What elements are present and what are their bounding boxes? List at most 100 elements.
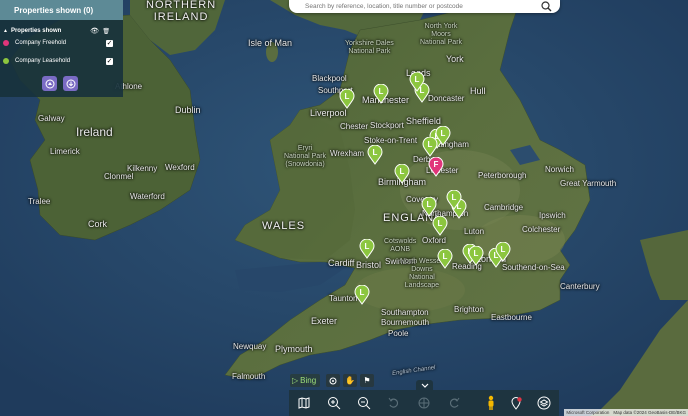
map-label-eastbourne: Eastbourne bbox=[491, 313, 532, 322]
map-label-wales: WALES bbox=[262, 220, 306, 232]
leasehold-pin[interactable]: L bbox=[409, 71, 425, 92]
map-label-chester: Chester bbox=[340, 122, 369, 131]
map-label-blackpool: Blackpool bbox=[312, 74, 347, 83]
leasehold-pin[interactable]: L bbox=[354, 284, 370, 305]
undo-icon bbox=[388, 397, 399, 408]
locate-button[interactable] bbox=[326, 374, 340, 387]
flag-icon: ⚑ bbox=[363, 376, 371, 385]
map-label-cork: Cork bbox=[88, 219, 108, 229]
street-view-button[interactable] bbox=[483, 395, 499, 411]
map-label-bournemouth: Bournemouth bbox=[381, 318, 430, 327]
location-pin-button[interactable] bbox=[508, 395, 524, 411]
buildings-layer-button[interactable] bbox=[42, 76, 57, 91]
download-button[interactable] bbox=[63, 76, 78, 91]
svg-text:L: L bbox=[360, 288, 365, 297]
flag-tool-button[interactable]: ⚑ bbox=[360, 374, 374, 387]
search-input[interactable] bbox=[305, 1, 535, 12]
map-label-luton: Luton bbox=[464, 227, 485, 236]
freehold-pin[interactable]: F bbox=[428, 156, 444, 177]
zoom-out-icon bbox=[358, 397, 371, 410]
svg-text:L: L bbox=[427, 200, 432, 209]
map-label-exeter: Exeter bbox=[311, 316, 338, 326]
map-attribution: Microsoft Corporation Map data ©2024 Geo… bbox=[564, 409, 688, 416]
pan-button[interactable] bbox=[416, 395, 432, 411]
map-label-norwich: Norwich bbox=[545, 165, 574, 174]
panel-title[interactable]: Properties shown (0) bbox=[0, 0, 123, 20]
attribution-text-1[interactable]: Microsoft Corporation bbox=[566, 410, 609, 415]
bing-label: Bing bbox=[300, 376, 317, 385]
eye-icon[interactable]: 👁 bbox=[90, 27, 99, 35]
svg-text:L: L bbox=[452, 193, 457, 202]
hand-icon: ✋ bbox=[345, 376, 355, 385]
bing-button[interactable]: ▷ Bing bbox=[290, 374, 320, 387]
redo-button[interactable] bbox=[446, 395, 462, 411]
svg-text:L: L bbox=[443, 252, 448, 261]
undo-button[interactable] bbox=[386, 395, 402, 411]
map-label-north-york-moors: North York Moors National Park bbox=[420, 23, 463, 47]
search-icon[interactable] bbox=[540, 0, 553, 13]
map-label-limerick: Limerick bbox=[50, 147, 80, 156]
leasehold-pin[interactable]: L bbox=[359, 238, 375, 259]
collapse-caret-icon[interactable]: ▲ bbox=[3, 28, 8, 34]
leasehold-pin[interactable]: L bbox=[422, 136, 438, 157]
svg-text:L: L bbox=[415, 75, 420, 84]
buildings-icon bbox=[45, 79, 54, 88]
legend-row-leasehold[interactable]: Company Leasehold ✓ bbox=[3, 56, 113, 66]
svg-text:L: L bbox=[441, 129, 446, 138]
bing-logo-icon: ▷ bbox=[292, 376, 299, 385]
map-label-wexford: Wexford bbox=[165, 163, 195, 172]
map-label-york: York bbox=[446, 54, 464, 64]
leasehold-checkbox[interactable]: ✓ bbox=[106, 57, 113, 65]
leasehold-pin[interactable]: L bbox=[437, 248, 453, 269]
leasehold-pin[interactable]: L bbox=[468, 245, 484, 266]
map-label-liverpool: Liverpool bbox=[310, 108, 347, 118]
leasehold-pin[interactable]: L bbox=[495, 241, 511, 262]
map-label-canterbury: Canterbury bbox=[560, 282, 600, 291]
search-bar bbox=[289, 0, 560, 13]
map-label-wrexham: Wrexham bbox=[330, 149, 365, 158]
crosshair-icon bbox=[329, 377, 337, 384]
zoom-in-button[interactable] bbox=[326, 395, 342, 411]
map-label-brighton: Brighton bbox=[454, 305, 484, 314]
map-label-colchester: Colchester bbox=[522, 225, 561, 234]
svg-text:L: L bbox=[438, 219, 443, 228]
map-label-cotswolds: Cotswolds AONB bbox=[384, 238, 417, 254]
zoom-in-icon bbox=[328, 397, 341, 410]
leasehold-pin[interactable]: L bbox=[367, 144, 383, 165]
freehold-checkbox[interactable]: ✓ bbox=[106, 39, 113, 47]
map-label-sheffield: Sheffield bbox=[406, 116, 441, 126]
leasehold-pin[interactable]: L bbox=[446, 189, 462, 210]
hand-tool-button[interactable]: ✋ bbox=[343, 374, 357, 387]
layers-toggle-icon bbox=[537, 396, 551, 410]
map-label-doncaster: Doncaster bbox=[428, 94, 465, 103]
map-label-cambridge: Cambridge bbox=[484, 203, 524, 212]
location-pin-icon bbox=[511, 397, 522, 410]
leasehold-pin[interactable]: L bbox=[432, 215, 448, 236]
map-toolbar bbox=[289, 390, 559, 416]
map-label-stoke: Stoke-on-Trent bbox=[364, 136, 418, 145]
svg-text:L: L bbox=[379, 87, 384, 96]
map-label-ipswich: Ipswich bbox=[539, 211, 566, 220]
map-label-ireland: Ireland bbox=[76, 125, 113, 139]
leasehold-pin[interactable]: L bbox=[373, 83, 389, 104]
redo-icon bbox=[449, 397, 460, 408]
map-label-yorkshire-dales: Yorkshire Dales National Park bbox=[345, 40, 394, 56]
map-layers-button[interactable] bbox=[296, 395, 312, 411]
map-label-waterford: Waterford bbox=[130, 192, 165, 201]
legend-label-freehold: Company Freehold bbox=[15, 40, 67, 46]
svg-text:L: L bbox=[365, 242, 370, 251]
svg-text:L: L bbox=[373, 148, 378, 157]
leasehold-pin[interactable]: L bbox=[339, 88, 355, 109]
legend-row-freehold[interactable]: Company Freehold ✓ bbox=[3, 38, 113, 48]
properties-shown-section[interactable]: ▲ Properties shown 👁 🗑 bbox=[3, 26, 113, 36]
pan-icon bbox=[418, 397, 430, 409]
leasehold-pin[interactable]: L bbox=[394, 163, 410, 184]
layers-toggle-button[interactable] bbox=[536, 395, 552, 411]
trash-icon[interactable]: 🗑 bbox=[102, 28, 110, 35]
leasehold-pin[interactable]: L bbox=[421, 196, 437, 217]
svg-text:L: L bbox=[345, 92, 350, 101]
map-label-bristol: Bristol bbox=[356, 260, 382, 270]
map-label-isle-of-man: Isle of Man bbox=[248, 38, 293, 48]
zoom-out-button[interactable] bbox=[356, 395, 372, 411]
svg-text:F: F bbox=[434, 160, 439, 169]
